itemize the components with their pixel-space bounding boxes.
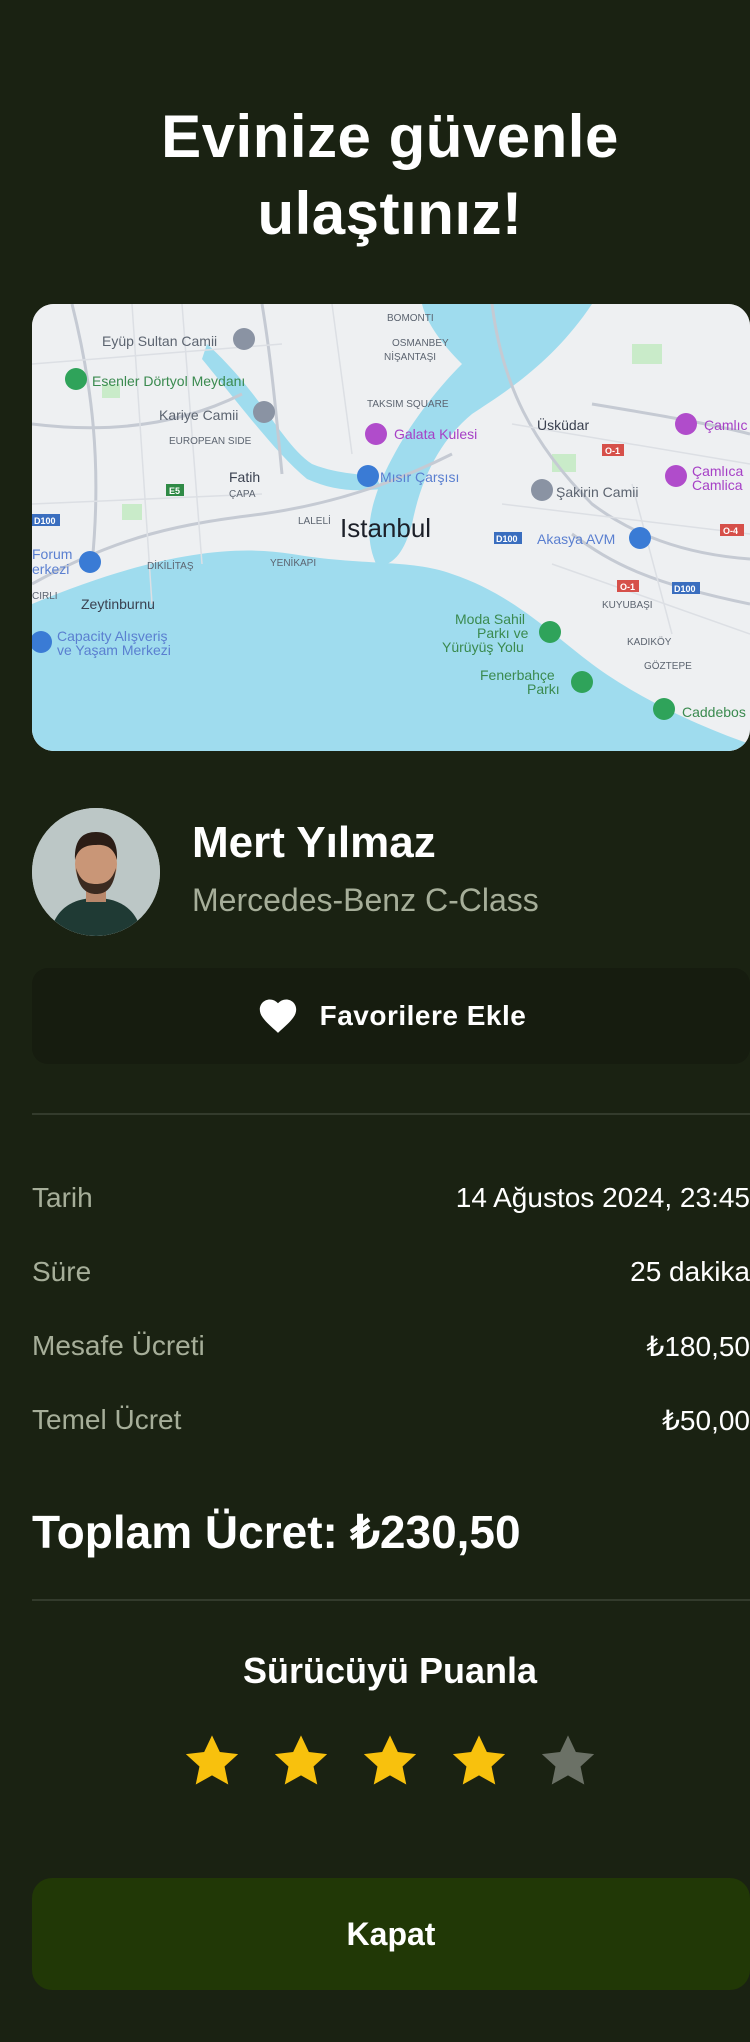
svg-text:Fatih: Fatih [229, 469, 260, 485]
svg-text:KADIKÖY: KADIKÖY [627, 636, 672, 648]
svg-text:O-4: O-4 [723, 526, 738, 536]
trip-row-duration: Süre 25 dakika [32, 1256, 750, 1288]
svg-text:BOMONTI: BOMONTI [387, 313, 434, 324]
svg-text:KUYUBAŞI: KUYUBAŞI [602, 600, 653, 611]
svg-text:Zeytinburnu: Zeytinburnu [81, 596, 155, 612]
trip-row-label: Tarih [32, 1182, 93, 1213]
add-favorite-button[interactable]: Favorilere Ekle [32, 968, 750, 1064]
trip-row-value: 14 Ağustos 2024, 23:45 [455, 1182, 750, 1213]
svg-text:erkezi: erkezi [32, 561, 69, 577]
total-fee: Toplam Ücret: ₺230,50 [32, 1506, 521, 1558]
svg-text:Esenler Dörtyol Meydanı: Esenler Dörtyol Meydanı [92, 373, 245, 389]
driver-car: Mercedes-Benz C-Class [192, 882, 539, 918]
title-line-1: Evinize güvenle [161, 103, 619, 170]
route-map[interactable]: Eyüp Sultan Camii BOMONTI OSMANBEY NİŞAN… [32, 304, 750, 751]
svg-text:Eyüp Sultan Camii: Eyüp Sultan Camii [102, 333, 217, 349]
driver-name: Mert Yılmaz [192, 818, 436, 867]
star-icon[interactable] [447, 1730, 511, 1794]
svg-text:Caddebos: Caddebos [682, 704, 746, 720]
svg-text:EUROPEAN SIDE: EUROPEAN SIDE [169, 436, 252, 447]
star-icon[interactable] [180, 1730, 244, 1794]
svg-text:Üsküdar: Üsküdar [537, 416, 589, 433]
svg-text:Forum: Forum [32, 546, 72, 562]
heart-icon [256, 994, 300, 1039]
svg-text:DİKİLİTAŞ: DİKİLİTAŞ [147, 559, 194, 572]
svg-text:Camlica: Camlica [692, 477, 743, 493]
trip-row-base-fee: Temel Ücret ₺50,00 [32, 1404, 750, 1437]
svg-text:TAKSIM SQUARE: TAKSIM SQUARE [367, 399, 449, 410]
svg-text:D100: D100 [34, 516, 56, 526]
trip-row-value: ₺180,50 [646, 1331, 750, 1362]
svg-text:O-1: O-1 [605, 446, 620, 456]
trip-row-label: Süre [32, 1256, 92, 1287]
svg-text:NİŞANTAŞI: NİŞANTAŞI [384, 350, 436, 363]
driver-avatar [32, 808, 160, 936]
svg-text:D100: D100 [496, 534, 518, 544]
svg-text:OSMANBEY: OSMANBEY [392, 338, 449, 349]
rating-title: Sürücüyü Puanla [242, 1650, 538, 1691]
svg-text:Akasya AVM: Akasya AVM [537, 531, 615, 547]
trip-row-value: ₺50,00 [662, 1405, 750, 1436]
svg-text:O-1: O-1 [620, 582, 635, 592]
star-icon[interactable] [269, 1730, 333, 1794]
svg-text:ve Yaşam Merkezi: ve Yaşam Merkezi [57, 642, 171, 658]
svg-text:Yürüyüş Yolu: Yürüyüş Yolu [442, 639, 524, 655]
svg-text:LALELİ: LALELİ [298, 514, 331, 527]
svg-text:E5: E5 [169, 486, 180, 496]
divider [32, 1599, 750, 1601]
svg-text:GÖZTEPE: GÖZTEPE [644, 660, 692, 672]
svg-text:Şakirin Camii: Şakirin Camii [556, 484, 638, 500]
svg-text:Parkı: Parkı [527, 681, 560, 697]
svg-text:Istanbul: Istanbul [340, 513, 431, 543]
svg-text:ÇAPA: ÇAPA [229, 489, 256, 500]
trip-row-label: Temel Ücret [32, 1404, 182, 1435]
trip-row-value: 25 dakika [630, 1256, 750, 1287]
rating-stars [180, 1730, 600, 1800]
svg-text:Mısır Çarşısı: Mısır Çarşısı [380, 469, 459, 485]
svg-text:YENİKAPI: YENİKAPI [270, 556, 316, 569]
svg-text:Galata Kulesi: Galata Kulesi [394, 426, 477, 442]
trip-row-label: Mesafe Ücreti [32, 1330, 205, 1361]
svg-text:CIRLI: CIRLI [32, 591, 58, 602]
page-title: Evinize güvenle ulaştınız! [0, 98, 750, 252]
title-line-2: ulaştınız! [257, 180, 523, 247]
star-icon[interactable] [358, 1730, 422, 1794]
svg-text:Kariye Camii: Kariye Camii [159, 407, 238, 423]
trip-row-date: Tarih 14 Ağustos 2024, 23:45 [32, 1182, 750, 1214]
svg-text:D100: D100 [674, 584, 696, 594]
divider [32, 1113, 750, 1115]
close-button[interactable]: Kapat [32, 1878, 750, 1990]
star-icon[interactable] [536, 1730, 600, 1794]
svg-text:Çamlıc: Çamlıc [704, 417, 748, 433]
trip-row-distance-fee: Mesafe Ücreti ₺180,50 [32, 1330, 750, 1363]
add-favorite-label: Favorilere Ekle [319, 1000, 527, 1031]
